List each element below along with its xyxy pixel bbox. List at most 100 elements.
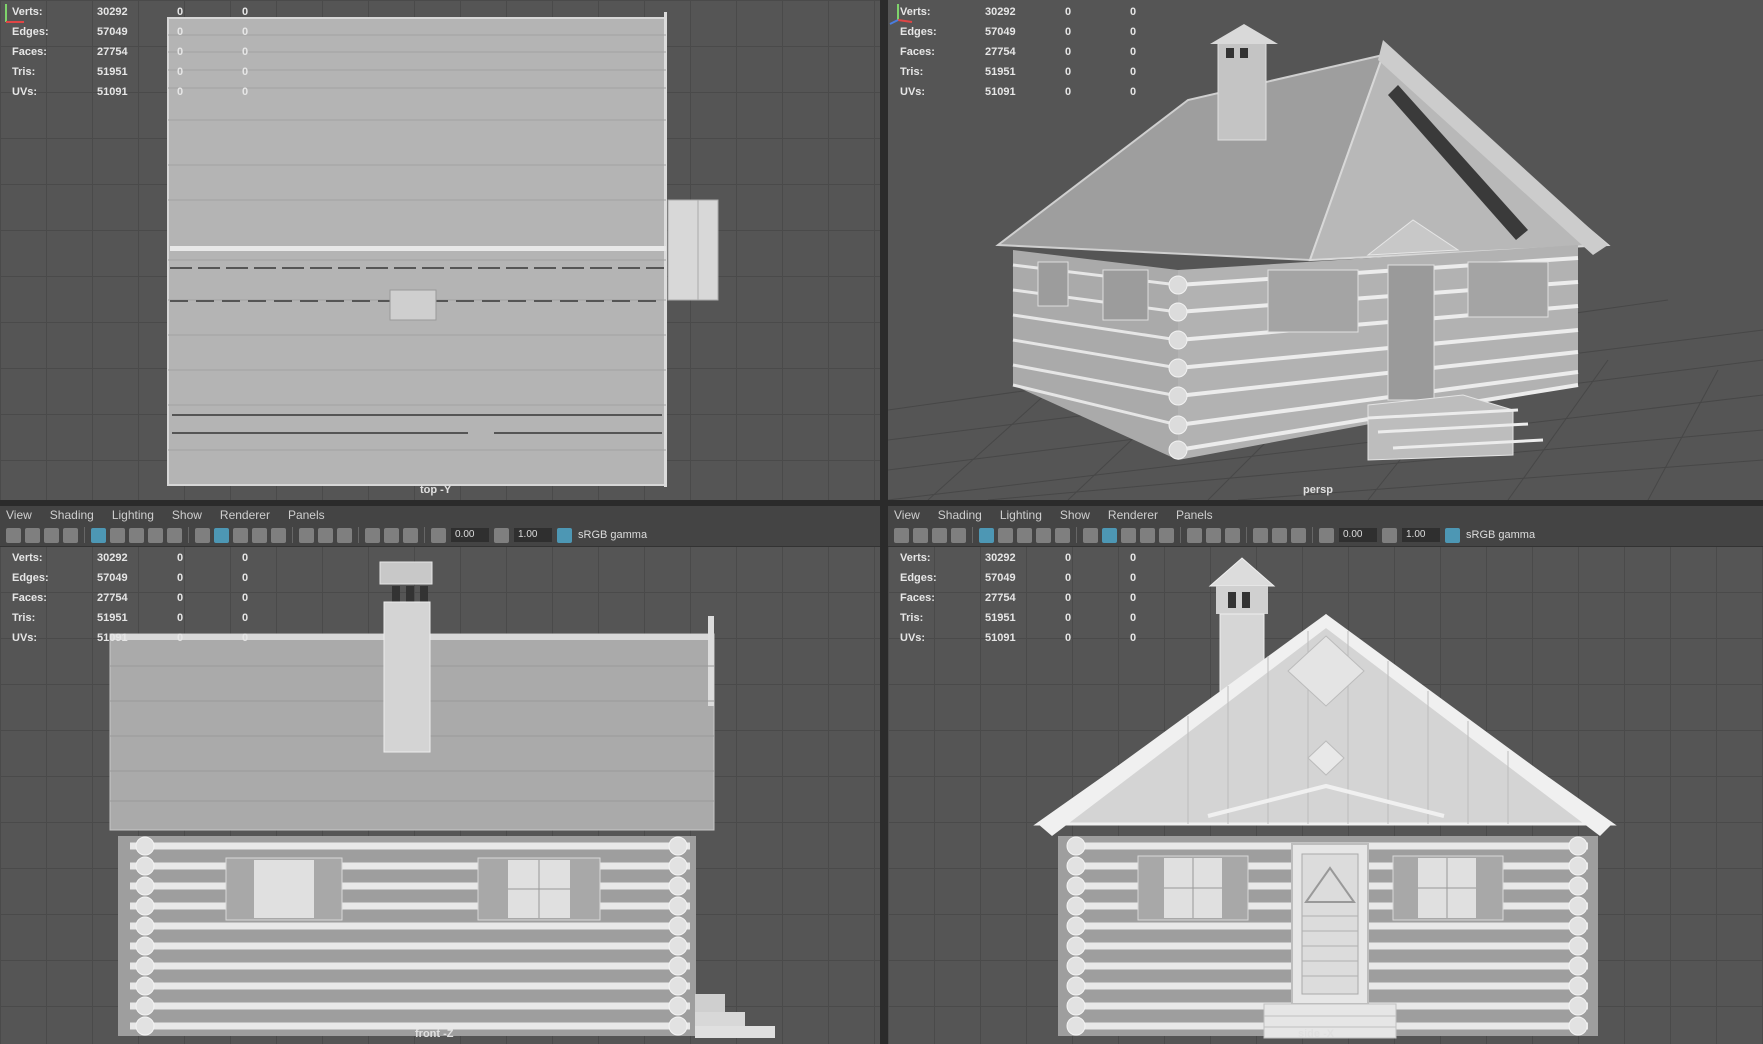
menu-lighting[interactable]: Lighting: [112, 508, 154, 522]
grid-toggle-icon[interactable]: [91, 527, 106, 543]
resolution-gate-icon[interactable]: [129, 527, 144, 543]
hud-label: Tris:: [12, 66, 36, 78]
axis-gizmo-icon: [889, 4, 913, 25]
wireframe-on-shaded-icon[interactable]: [233, 527, 248, 543]
hud-label: UVs:: [12, 632, 38, 644]
menu-view[interactable]: View: [894, 508, 920, 522]
menu-shading[interactable]: Shading: [938, 508, 982, 522]
menu-renderer[interactable]: Renderer: [1108, 508, 1158, 522]
resolution-gate-icon[interactable]: [1017, 527, 1032, 543]
anti-aliasing-icon[interactable]: [1225, 527, 1240, 543]
hud-value: 51091: [97, 86, 128, 98]
menu-show[interactable]: Show: [172, 508, 202, 522]
hud-value: 27754: [97, 46, 128, 58]
menu-shading[interactable]: Shading: [50, 508, 94, 522]
color-space-label[interactable]: sRGB gamma: [578, 529, 647, 541]
isolate-select-icon[interactable]: [365, 527, 380, 543]
hud-value: 27754: [97, 592, 128, 604]
image-plane-icon[interactable]: [63, 527, 78, 543]
smooth-shade-icon[interactable]: [1102, 527, 1117, 543]
gamma-field[interactable]: 1.00: [514, 528, 552, 542]
hud-value: 51951: [985, 66, 1016, 78]
ambient-occlusion-icon[interactable]: [1206, 527, 1221, 543]
lights-icon[interactable]: [1159, 527, 1174, 543]
hud-value: 0: [177, 26, 184, 38]
xray-joints-icon[interactable]: [403, 527, 418, 543]
hud-label: Faces:: [12, 592, 47, 604]
separator: [358, 527, 359, 543]
color-space-label[interactable]: sRGB gamma: [1466, 529, 1535, 541]
camera-attributes-icon[interactable]: [25, 527, 40, 543]
color-management-icon[interactable]: [1445, 527, 1460, 543]
bookmark-icon[interactable]: [932, 527, 947, 543]
hud-value: 51091: [97, 632, 128, 644]
ambient-occlusion-icon[interactable]: [318, 527, 333, 543]
hud-value: 0: [242, 632, 249, 644]
exposure-icon[interactable]: [431, 527, 446, 543]
isolate-select-icon[interactable]: [1253, 527, 1268, 543]
separator: [1246, 527, 1247, 543]
color-management-icon[interactable]: [557, 527, 572, 543]
camera-select-icon[interactable]: [6, 527, 21, 543]
camera-label: front -Z: [415, 1028, 454, 1040]
field-chart-icon[interactable]: [167, 527, 182, 543]
panel-menu-bar: View Shading Lighting Show Renderer Pane…: [0, 506, 880, 524]
menu-view[interactable]: View: [6, 508, 32, 522]
menu-renderer[interactable]: Renderer: [220, 508, 270, 522]
exposure-field[interactable]: 0.00: [451, 528, 489, 542]
hud-value: 0: [242, 6, 249, 18]
textured-icon[interactable]: [1140, 527, 1155, 543]
image-plane-icon[interactable]: [951, 527, 966, 543]
hud-value: 0: [1130, 86, 1137, 98]
gate-mask-icon[interactable]: [148, 527, 163, 543]
viewport-persp[interactable]: Verts: 30292 0 0 Edges: 57049 0 0 Faces: 27754 0…: [888, 0, 1763, 500]
exposure-field[interactable]: 0.00: [1339, 528, 1377, 542]
wireframe-icon[interactable]: [1083, 527, 1098, 543]
hud-value: 57049: [985, 572, 1016, 584]
hud-value: 0: [1130, 66, 1137, 78]
menu-lighting[interactable]: Lighting: [1000, 508, 1042, 522]
hud-value: 0: [1065, 592, 1072, 604]
gate-mask-icon[interactable]: [1036, 527, 1051, 543]
bookmark-icon[interactable]: [44, 527, 59, 543]
field-chart-icon[interactable]: [1055, 527, 1070, 543]
separator: [1312, 527, 1313, 543]
shadows-icon[interactable]: [299, 527, 314, 543]
xray-joints-icon[interactable]: [1291, 527, 1306, 543]
viewport-side[interactable]: View Shading Lighting Show Renderer Pane…: [888, 506, 1763, 1044]
hud-value: 51091: [985, 632, 1016, 644]
axis-gizmo-icon: [5, 4, 24, 23]
wireframe-on-shaded-icon[interactable]: [1121, 527, 1136, 543]
hud-value: 0: [1065, 612, 1072, 624]
shadows-icon[interactable]: [1187, 527, 1202, 543]
grid-toggle-icon[interactable]: [979, 527, 994, 543]
separator: [1076, 527, 1077, 543]
hud-label: Faces:: [900, 46, 935, 58]
hud-label: UVs:: [900, 86, 926, 98]
smooth-shade-icon[interactable]: [214, 527, 229, 543]
anti-aliasing-icon[interactable]: [337, 527, 352, 543]
wireframe-icon[interactable]: [195, 527, 210, 543]
gamma-field[interactable]: 1.00: [1402, 528, 1440, 542]
menu-panels[interactable]: Panels: [1176, 508, 1213, 522]
hud-value: 0: [1130, 592, 1137, 604]
viewport-front[interactable]: View Shading Lighting Show Renderer Pane…: [0, 506, 880, 1044]
camera-select-icon[interactable]: [894, 527, 909, 543]
textured-icon[interactable]: [252, 527, 267, 543]
camera-attributes-icon[interactable]: [913, 527, 928, 543]
exposure-icon[interactable]: [1319, 527, 1334, 543]
hud-value: 27754: [985, 46, 1016, 58]
lights-icon[interactable]: [271, 527, 286, 543]
xray-icon[interactable]: [1272, 527, 1287, 543]
film-gate-icon[interactable]: [998, 527, 1013, 543]
hud-value: 0: [177, 86, 184, 98]
menu-panels[interactable]: Panels: [288, 508, 325, 522]
hud-value: 0: [177, 592, 184, 604]
hud-value: 0: [1130, 632, 1137, 644]
viewport-top[interactable]: Verts: 30292 0 0 Edges: 57049 0 0 Faces: 27754 0…: [0, 0, 880, 500]
menu-show[interactable]: Show: [1060, 508, 1090, 522]
gamma-icon[interactable]: [494, 527, 509, 543]
film-gate-icon[interactable]: [110, 527, 125, 543]
xray-icon[interactable]: [384, 527, 399, 543]
gamma-icon[interactable]: [1382, 527, 1397, 543]
